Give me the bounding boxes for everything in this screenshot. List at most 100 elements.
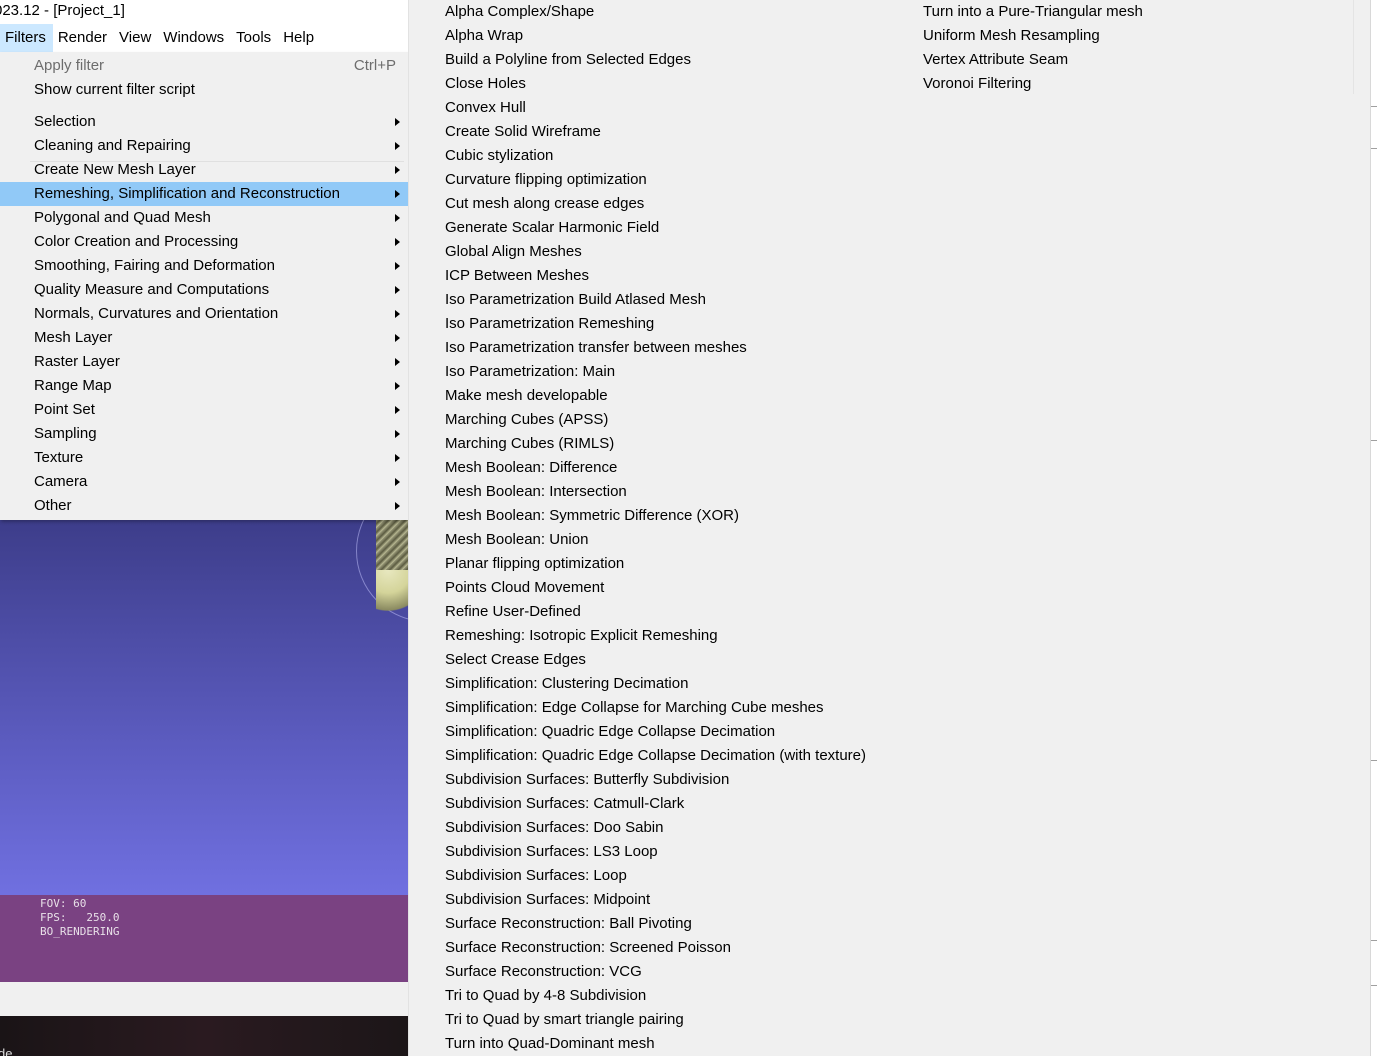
submenu-item-generate-scalar-harmonic-field[interactable]: Generate Scalar Harmonic Field (445, 216, 659, 240)
submenu-item-uniform-mesh-resampling[interactable]: Uniform Mesh Resampling (923, 24, 1100, 48)
filters-dropdown-menu: Apply filter Ctrl+P Show current filter … (0, 52, 408, 520)
submenu-item-alpha-complex-shape[interactable]: Alpha Complex/Shape (445, 0, 594, 24)
filter-category-cleaning-and-repairing[interactable]: Cleaning and Repairing (0, 134, 408, 158)
submenu-item-cubic-stylization[interactable]: Cubic stylization (445, 144, 553, 168)
submenu-item-convex-hull[interactable]: Convex Hull (445, 96, 526, 120)
filter-category-normals-curvatures-and-orientation[interactable]: Normals, Curvatures and Orientation (0, 302, 408, 326)
submenu-arrow-icon (395, 358, 400, 366)
submenu-item-simplification-quadric-edge-collapse-decimation-with-texture[interactable]: Simplification: Quadric Edge Collapse De… (445, 744, 866, 768)
submenu-arrow-icon (395, 406, 400, 414)
submenu-item-select-crease-edges[interactable]: Select Crease Edges (445, 648, 586, 672)
submenu-item-simplification-edge-collapse-for-marching-cube-meshes[interactable]: Simplification: Edge Collapse for Marchi… (445, 696, 824, 720)
filter-category-label: Range Map (34, 377, 112, 394)
submenu-item-voronoi-filtering[interactable]: Voronoi Filtering (923, 72, 1031, 96)
filter-category-selection[interactable]: Selection (0, 110, 408, 134)
submenu-item-surface-reconstruction-screened-poisson[interactable]: Surface Reconstruction: Screened Poisson (445, 936, 731, 960)
submenu-item-simplification-clustering-decimation[interactable]: Simplification: Clustering Decimation (445, 672, 688, 696)
submenu-item-iso-parametrization-main[interactable]: Iso Parametrization: Main (445, 360, 615, 384)
submenu-item-planar-flipping-optimization[interactable]: Planar flipping optimization (445, 552, 624, 576)
submenu-item-subdivision-surfaces-catmull-clark[interactable]: Subdivision Surfaces: Catmull-Clark (445, 792, 684, 816)
submenu-item-subdivision-surfaces-butterfly-subdivision[interactable]: Subdivision Surfaces: Butterfly Subdivis… (445, 768, 729, 792)
submenu-column-divider (1353, 0, 1354, 94)
submenu-arrow-icon (395, 382, 400, 390)
submenu-item-surface-reconstruction-ball-pivoting[interactable]: Surface Reconstruction: Ball Pivoting (445, 912, 692, 936)
submenu-item-remeshing-isotropic-explicit-remeshing[interactable]: Remeshing: Isotropic Explicit Remeshing (445, 624, 718, 648)
submenu-item-close-holes[interactable]: Close Holes (445, 72, 526, 96)
submenu-item-cut-mesh-along-crease-edges[interactable]: Cut mesh along crease edges (445, 192, 644, 216)
filter-category-other[interactable]: Other (0, 494, 408, 518)
filter-category-label: Point Set (34, 401, 95, 418)
filter-category-polygonal-and-quad-mesh[interactable]: Polygonal and Quad Mesh (0, 206, 408, 230)
submenu-item-icp-between-meshes[interactable]: ICP Between Meshes (445, 264, 589, 288)
3d-viewport[interactable] (0, 520, 408, 895)
menu-view[interactable]: View (114, 24, 158, 52)
submenu-item-curvature-flipping-optimization[interactable]: Curvature flipping optimization (445, 168, 647, 192)
submenu-item-global-align-meshes[interactable]: Global Align Meshes (445, 240, 582, 264)
apply-filter-item[interactable]: Apply filter Ctrl+P (0, 54, 408, 78)
filter-category-mesh-layer[interactable]: Mesh Layer (0, 326, 408, 350)
submenu-arrow-icon (395, 430, 400, 438)
filter-category-camera[interactable]: Camera (0, 470, 408, 494)
filter-category-smoothing-fairing-and-deformation[interactable]: Smoothing, Fairing and Deformation (0, 254, 408, 278)
submenu-item-iso-parametrization-transfer-between-meshes[interactable]: Iso Parametrization transfer between mes… (445, 336, 747, 360)
submenu-item-tri-to-quad-by-smart-triangle-pairing[interactable]: Tri to Quad by smart triangle pairing (445, 1008, 684, 1032)
submenu-item-points-cloud-movement[interactable]: Points Cloud Movement (445, 576, 604, 600)
submenu-arrow-icon (395, 454, 400, 462)
submenu-arrow-icon (395, 334, 400, 342)
submenu-arrow-icon (395, 142, 400, 150)
submenu-arrow-icon (395, 262, 400, 270)
submenu-arrow-icon (395, 214, 400, 222)
submenu-item-surface-reconstruction-vcg[interactable]: Surface Reconstruction: VCG (445, 960, 642, 984)
filter-category-label: Polygonal and Quad Mesh (34, 209, 211, 226)
submenu-item-mesh-boolean-intersection[interactable]: Mesh Boolean: Intersection (445, 480, 627, 504)
submenu-item-make-mesh-developable[interactable]: Make mesh developable (445, 384, 608, 408)
filter-category-point-set[interactable]: Point Set (0, 398, 408, 422)
submenu-item-marching-cubes-rimls[interactable]: Marching Cubes (RIMLS) (445, 432, 614, 456)
edge-tick (1371, 760, 1377, 761)
filter-category-raster-layer[interactable]: Raster Layer (0, 350, 408, 374)
submenu-item-marching-cubes-apss[interactable]: Marching Cubes (APSS) (445, 408, 608, 432)
submenu-item-turn-into-quad-dominant-mesh[interactable]: Turn into Quad-Dominant mesh (445, 1032, 655, 1056)
submenu-item-alpha-wrap[interactable]: Alpha Wrap (445, 24, 523, 48)
filter-category-remeshing-simplification-and-reconstruction[interactable]: Remeshing, Simplification and Reconstruc… (0, 182, 408, 206)
filter-category-range-map[interactable]: Range Map (0, 374, 408, 398)
submenu-item-subdivision-surfaces-loop[interactable]: Subdivision Surfaces: Loop (445, 864, 627, 888)
submenu-arrow-icon (395, 238, 400, 246)
submenu-item-mesh-boolean-symmetric-difference-xor[interactable]: Mesh Boolean: Symmetric Difference (XOR) (445, 504, 739, 528)
submenu-item-refine-user-defined[interactable]: Refine User-Defined (445, 600, 581, 624)
filter-category-create-new-mesh-layer[interactable]: Create New Mesh Layer (0, 158, 408, 182)
filter-category-label: Other (34, 497, 72, 514)
filter-category-texture[interactable]: Texture (0, 446, 408, 470)
submenu-item-subdivision-surfaces-doo-sabin[interactable]: Subdivision Surfaces: Doo Sabin (445, 816, 663, 840)
filter-category-label: Color Creation and Processing (34, 233, 239, 250)
menu-render[interactable]: Render (53, 24, 114, 52)
submenu-arrow-icon (395, 286, 400, 294)
render-mode-readout: BO_RENDERING (40, 925, 120, 938)
filter-category-color-creation-and-processing[interactable]: Color Creation and Processing (0, 230, 408, 254)
edge-tick (1371, 106, 1377, 107)
submenu-item-subdivision-surfaces-ls3-loop[interactable]: Subdivision Surfaces: LS3 Loop (445, 840, 658, 864)
menu-windows[interactable]: Windows (158, 24, 231, 52)
submenu-item-mesh-boolean-difference[interactable]: Mesh Boolean: Difference (445, 456, 617, 480)
submenu-item-mesh-boolean-union[interactable]: Mesh Boolean: Union (445, 528, 588, 552)
submenu-item-build-a-polyline-from-selected-edges[interactable]: Build a Polyline from Selected Edges (445, 48, 691, 72)
submenu-item-iso-parametrization-remeshing[interactable]: Iso Parametrization Remeshing (445, 312, 654, 336)
submenu-item-tri-to-quad-by-4-8-subdivision[interactable]: Tri to Quad by 4-8 Subdivision (445, 984, 646, 1008)
submenu-item-subdivision-surfaces-midpoint[interactable]: Subdivision Surfaces: Midpoint (445, 888, 650, 912)
submenu-item-simplification-quadric-edge-collapse-decimation[interactable]: Simplification: Quadric Edge Collapse De… (445, 720, 775, 744)
submenu-item-turn-into-a-pure-triangular-mesh[interactable]: Turn into a Pure-Triangular mesh (923, 0, 1143, 24)
menu-tools[interactable]: Tools (231, 24, 278, 52)
submenu-item-iso-parametrization-build-atlased-mesh[interactable]: Iso Parametrization Build Atlased Mesh (445, 288, 706, 312)
show-filter-script-item[interactable]: Show current filter script (0, 78, 408, 102)
filter-category-sampling[interactable]: Sampling (0, 422, 408, 446)
window-title-bar: 023.12 - [Project_1] (0, 0, 408, 24)
filter-category-label: Sampling (34, 425, 97, 442)
submenu-gutter (408, 0, 439, 1056)
fov-readout: FOV: 60 (40, 897, 87, 910)
filter-category-label: Create New Mesh Layer (34, 161, 196, 178)
menu-help[interactable]: Help (278, 24, 321, 52)
submenu-item-vertex-attribute-seam[interactable]: Vertex Attribute Seam (923, 48, 1068, 72)
menu-filters[interactable]: Filters (0, 24, 53, 52)
filter-category-quality-measure-and-computations[interactable]: Quality Measure and Computations (0, 278, 408, 302)
submenu-item-create-solid-wireframe[interactable]: Create Solid Wireframe (445, 120, 601, 144)
